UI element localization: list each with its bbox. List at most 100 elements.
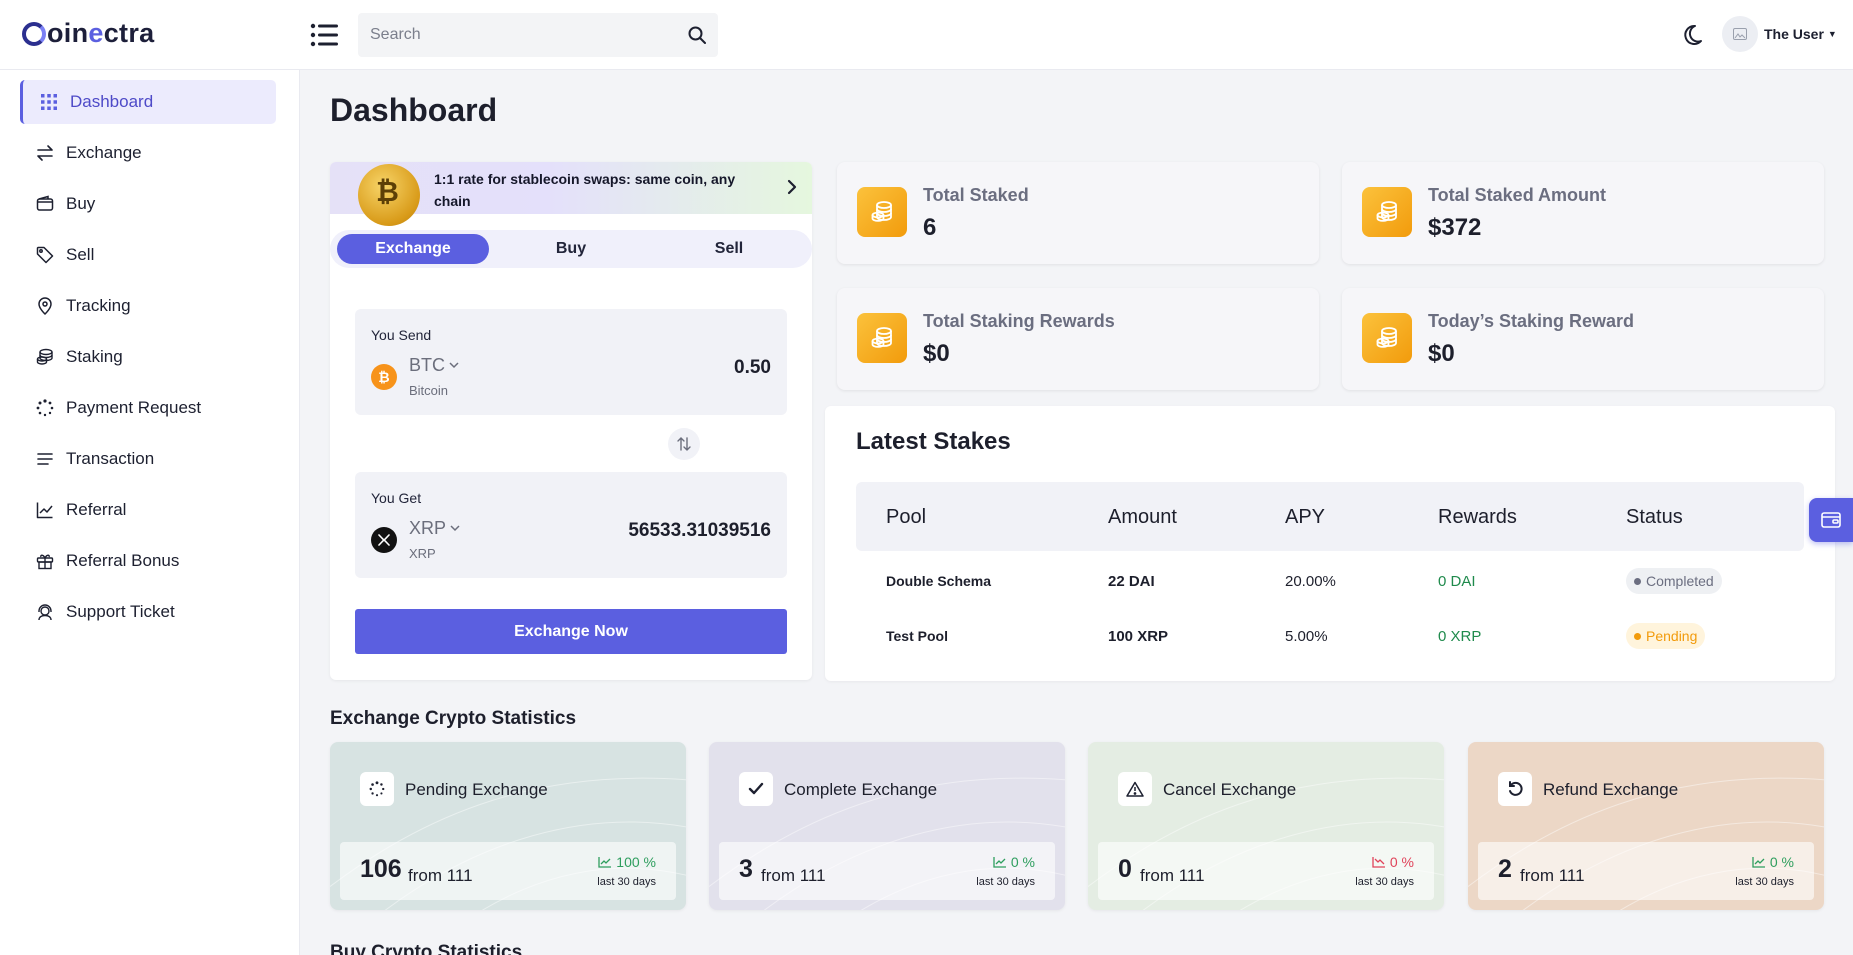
stat-value: $0 (923, 340, 950, 367)
top-header: oinectra The User ▼ (0, 0, 1853, 70)
avatar (1722, 16, 1758, 52)
send-currency-select[interactable]: BTC (409, 355, 459, 376)
cell-rewards: 0 XRP (1438, 628, 1482, 645)
sidebar-item-staking[interactable]: Staking (20, 335, 276, 379)
menu-toggle-icon[interactable] (310, 22, 338, 48)
exchange-stat-values: 106 from 111 100 % last 30 days (340, 842, 676, 900)
status-dot (1634, 632, 1641, 640)
exchange-widget: ₿ 1:1 rate for stablecoin swaps: same co… (330, 162, 812, 680)
check-icon (739, 772, 773, 806)
sidebar-item-sell[interactable]: Sell (20, 233, 276, 277)
exchange-stat-label: Refund Exchange (1543, 780, 1679, 799)
dark-mode-moon-icon[interactable] (1681, 24, 1703, 51)
percent-value: 0 % (1769, 854, 1794, 870)
exchange-stat-card-complete: Complete Exchange 3 from 111 0 % last 30… (709, 742, 1065, 910)
stat-value: $0 (1428, 340, 1455, 367)
support-icon (38, 604, 52, 621)
trend-up-icon (1752, 857, 1765, 868)
you-get-label: You Get (371, 490, 422, 506)
search-box (358, 13, 718, 57)
stat-card-todays-staking-reward: Today’s Staking Reward $0 (1342, 288, 1824, 390)
caret-down-icon: ▼ (1827, 29, 1837, 39)
table-header: Pool Amount APY Rewards Status (856, 482, 1804, 551)
sidebar-item-payment-request[interactable]: Payment Request (20, 386, 276, 430)
column-header-amount: Amount (1108, 506, 1177, 528)
exchange-stat-count: 106 (360, 855, 402, 883)
sidebar-item-label: Referral Bonus (66, 551, 180, 570)
section-title-buy-stats: Buy Crypto Statistics (330, 942, 523, 955)
stat-card-total-staking-rewards: Total Staking Rewards $0 (837, 288, 1319, 390)
sidebar-item-buy[interactable]: Buy (20, 182, 276, 226)
column-header-pool: Pool (886, 506, 927, 528)
user-menu[interactable]: The User ▼ (1722, 16, 1837, 52)
sidebar-item-exchange[interactable]: Exchange (20, 131, 276, 175)
cell-amount: 22 DAI (1108, 573, 1155, 590)
exchange-stat-percent: 0 % (993, 854, 1035, 870)
grid-icon (41, 94, 57, 110)
column-header-status: Status (1626, 506, 1683, 528)
arrows-exchange-icon (37, 145, 53, 161)
tab-exchange[interactable]: Exchange (337, 234, 489, 264)
get-currency-select[interactable]: XRP (409, 518, 460, 539)
exchange-stat-percent: 0 % (1372, 854, 1414, 870)
tab-sell[interactable]: Sell (653, 234, 805, 264)
sidebar-item-label: Dashboard (70, 92, 154, 111)
wallet-icon (1821, 512, 1841, 528)
chevron-right-icon[interactable] (786, 178, 798, 196)
swap-arrows-icon[interactable] (668, 428, 700, 460)
percent-value: 0 % (1010, 854, 1035, 870)
logo-text-accent: e (88, 18, 104, 48)
you-send-field: You Send ₿ BTC Bitcoin (355, 309, 787, 415)
sidebar-item-label: Sell (66, 245, 95, 264)
send-currency-symbol: BTC (409, 355, 445, 375)
promo-banner[interactable]: ₿ 1:1 rate for stablecoin swaps: same co… (330, 162, 812, 226)
stat-label: Today’s Staking Reward (1428, 311, 1635, 331)
get-amount-input[interactable] (521, 520, 771, 542)
you-get-field: You Get XRP XRP (355, 472, 787, 578)
cell-pool: Test Pool (886, 628, 948, 644)
logo-text-suffix: ctra (103, 18, 155, 48)
trend-up-icon (993, 857, 1006, 868)
sidebar-item-transaction[interactable]: Transaction (20, 437, 276, 481)
sidebar-item-label: Payment Request (66, 398, 202, 417)
sidebar-item-label: Support Ticket (66, 602, 175, 621)
exchange-stat-period: last 30 days (597, 876, 656, 888)
column-header-apy: APY (1285, 506, 1326, 528)
user-name: The User (1764, 26, 1824, 42)
status-text: Completed (1646, 573, 1714, 589)
xrp-icon (371, 527, 397, 553)
avatar-image-icon (1733, 28, 1747, 40)
sidebar-item-support-ticket[interactable]: Support Ticket (20, 590, 276, 634)
search-icon[interactable] (688, 26, 706, 44)
exchange-now-button[interactable]: Exchange Now (355, 609, 787, 654)
stat-value: $372 (1428, 214, 1482, 241)
tab-buy[interactable]: Buy (495, 234, 647, 264)
sidebar-item-dashboard[interactable]: Dashboard (20, 80, 276, 124)
percent-value: 100 % (616, 854, 656, 870)
stat-label: Total Staking Rewards (923, 311, 1115, 331)
warning-icon (1118, 772, 1152, 806)
send-amount-input[interactable] (521, 357, 771, 379)
status-badge: Completed (1626, 568, 1722, 594)
sidebar-item-referral[interactable]: Referral (20, 488, 276, 532)
exchange-stat-from: from 111 (408, 866, 473, 885)
exchange-stat-card-pending: Pending Exchange 106 from 111 100 % last… (330, 742, 686, 910)
exchange-stat-label: Complete Exchange (784, 780, 938, 799)
sidebar: Dashboard Exchange Buy Sell Tracking Sta… (0, 70, 300, 955)
sidebar-item-label: Staking (66, 347, 123, 366)
wallet-float-button[interactable] (1809, 498, 1853, 542)
bitcoin-coin-symbol: ₿ (376, 176, 399, 207)
app-logo[interactable]: oin e ctra (22, 18, 154, 49)
loader-icon (360, 772, 394, 806)
sidebar-item-tracking[interactable]: Tracking (20, 284, 276, 328)
location-pin-icon (38, 297, 52, 315)
section-title-exchange-stats: Exchange Crypto Statistics (330, 708, 577, 729)
column-header-rewards: Rewards (1438, 506, 1517, 528)
exchange-stat-percent: 100 % (598, 854, 656, 870)
refund-icon (1498, 772, 1532, 806)
exchange-stat-card-refund: Refund Exchange 2 from 111 0 % last 30 d… (1468, 742, 1824, 910)
sidebar-item-label: Buy (66, 194, 96, 213)
coins-stack-icon (1362, 313, 1412, 363)
sidebar-item-referral-bonus[interactable]: Referral Bonus (20, 539, 276, 583)
search-input[interactable] (370, 26, 688, 44)
